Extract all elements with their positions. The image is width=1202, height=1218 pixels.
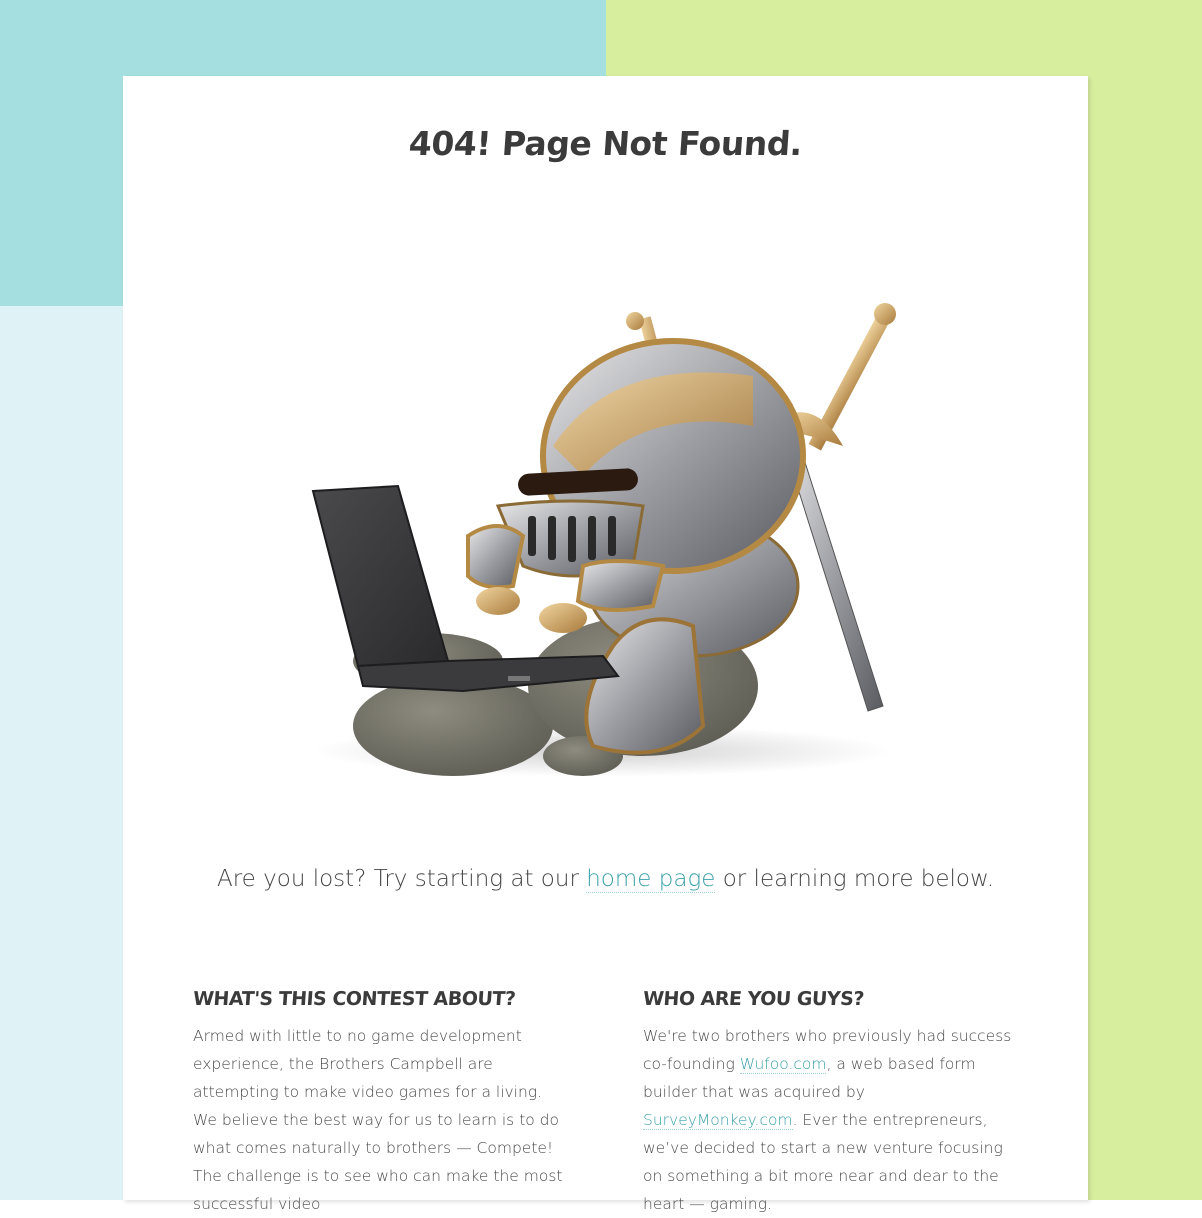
contest-heading: WHAT'S THIS CONTEST ABOUT? [192, 988, 517, 1010]
home-page-link[interactable]: home page [586, 866, 716, 893]
knight-image [311, 303, 896, 777]
about-section: WHO ARE YOU GUYS? We're two brothers who… [642, 988, 1013, 1218]
tagline: Are you lost? Try starting at our home p… [123, 866, 1088, 893]
content-card: 404! Page Not Found. Are you lost? Try s… [123, 76, 1088, 1213]
knight-illustration [283, 206, 923, 786]
about-heading: WHO ARE YOU GUYS? [642, 988, 865, 1010]
page-title: 404! Page Not Found. [407, 124, 804, 163]
tagline-text-start: Are you lost? Try starting at our [216, 866, 579, 892]
contest-body: Armed with little to no game development… [193, 1027, 563, 1213]
wufoo-link[interactable]: Wufoo.com [739, 1055, 827, 1074]
tagline-text-end: or learning more below. [722, 866, 995, 892]
about-body: We're two brothers who previously had su… [643, 1022, 1013, 1218]
contest-section: WHAT'S THIS CONTEST ABOUT? Armed with li… [192, 988, 563, 1218]
surveymonkey-link[interactable]: SurveyMonkey.com [643, 1111, 793, 1130]
